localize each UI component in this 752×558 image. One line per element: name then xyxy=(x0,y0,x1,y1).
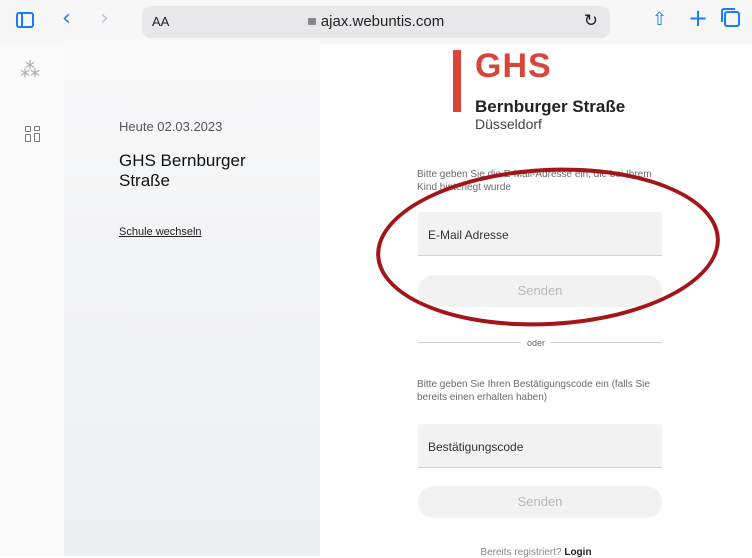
dashboard-icon[interactable] xyxy=(25,126,41,142)
back-arrow-icon[interactable]: ‹ xyxy=(62,6,71,31)
today-date: Heute 02.03.2023 xyxy=(119,119,223,134)
new-tab-icon[interactable]: + xyxy=(688,4,708,32)
tabs-overview-icon[interactable] xyxy=(721,8,740,27)
code-field-label: Bestätigungscode xyxy=(428,440,524,454)
logo-accent-bar xyxy=(453,50,461,112)
school-panel: Heute 02.03.2023 GHS Bernburger Straße S… xyxy=(64,44,320,556)
address-bar[interactable]: AA ajax.webuntis.com ↻ xyxy=(142,6,610,38)
divider: oder xyxy=(320,338,752,348)
logo-city: Düsseldorf xyxy=(475,116,542,132)
browser-toolbar: ‹ › AA ajax.webuntis.com ↻ ⇧ + xyxy=(0,0,752,44)
reload-icon[interactable]: ↻ xyxy=(584,11,598,31)
logo-street: Bernburger Straße xyxy=(475,97,626,116)
login-footer: Bereits registriert? Login xyxy=(320,547,752,558)
login-link[interactable]: Login xyxy=(564,547,591,558)
lock-icon xyxy=(307,18,316,25)
url-display[interactable]: ajax.webuntis.com xyxy=(142,13,610,30)
school-logo: GHS xyxy=(475,47,552,85)
loading-spinner-icon: ⁂ xyxy=(20,58,40,82)
switch-school-link[interactable]: Schule wechseln xyxy=(119,226,202,238)
url-text: ajax.webuntis.com xyxy=(320,13,445,30)
already-registered-text: Bereits registriert? xyxy=(480,547,562,558)
icon-rail: ⁂ xyxy=(0,44,64,556)
sidebar-toggle-icon[interactable] xyxy=(16,12,34,28)
code-hint: Bitte geben Sie Ihren Bestätigungscode e… xyxy=(417,379,650,403)
confirmation-code-field[interactable]: Bestätigungscode xyxy=(418,424,662,468)
forward-arrow-icon[interactable]: › xyxy=(100,6,109,31)
send-code-button[interactable]: Senden xyxy=(418,486,662,518)
school-name: GHS Bernburger Straße xyxy=(119,151,246,190)
divider-label: oder xyxy=(520,338,551,348)
share-icon[interactable]: ⇧ xyxy=(652,9,667,30)
